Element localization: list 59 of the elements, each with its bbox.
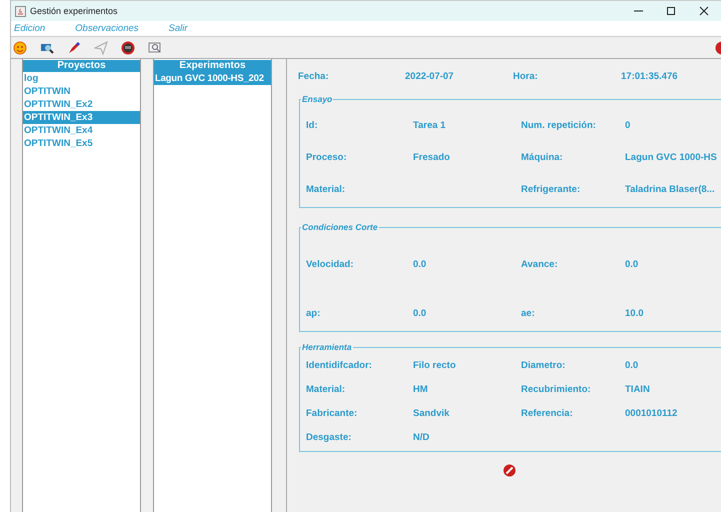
menu-item[interactable]: Edicion: [11, 23, 46, 34]
field-value: 0.0: [625, 360, 640, 370]
list-item[interactable]: OPTITWIN_Ex4: [23, 124, 140, 137]
field-label: Fabricante:: [306, 408, 358, 418]
field-label: Refrigerante:: [521, 184, 582, 194]
group-title: Ensayo: [301, 94, 334, 104]
field-value: Sandvik: [413, 408, 450, 418]
field-value: Lagun GVC 1000-HS: [625, 152, 718, 162]
field-label: Num. repetición:: [521, 120, 597, 130]
field-value: 2022-07-07: [405, 71, 455, 82]
field-value: 10.0: [625, 308, 644, 319]
smiley-icon[interactable]: [13, 40, 27, 54]
column-header: Experimentos: [154, 60, 271, 72]
field-label: Id:: [306, 120, 319, 130]
field-label: Máquina:: [521, 152, 564, 162]
field-label: Diametro:: [521, 360, 566, 370]
field-value: 0.0: [413, 259, 428, 270]
field-label: ae:: [521, 308, 536, 319]
field-label: Material:: [306, 384, 346, 394]
field-value: HM: [413, 384, 429, 394]
field-label: Desgaste:: [306, 432, 352, 442]
menu-item[interactable]: Observaciones: [72, 23, 139, 34]
field-value: Tarea 1: [413, 120, 447, 130]
group-title: Herramienta: [301, 342, 353, 352]
field-value: Filo recto: [413, 360, 457, 370]
field-value: 0.0: [413, 308, 428, 319]
preview-icon[interactable]: [148, 40, 162, 54]
field-value: 0001010112: [625, 408, 678, 418]
menu-item[interactable]: Salir: [166, 23, 188, 34]
field-value: 17:01:35.476: [621, 71, 679, 82]
app-icon: [15, 6, 26, 16]
list-item[interactable]: Lagun GVC 1000-HS_202: [154, 72, 271, 85]
field-value: TIAIN: [625, 384, 651, 394]
field-value: Fresado: [413, 152, 451, 162]
list-item[interactable]: log: [23, 72, 140, 85]
group-title: Condiciones Corte: [301, 222, 379, 232]
field-label: Fecha:: [298, 71, 330, 82]
cancel-icon[interactable]: [503, 464, 516, 477]
field-label: Velocidad:: [306, 259, 355, 270]
field-label: Avance:: [521, 259, 559, 270]
column-header: Proyectos: [23, 60, 140, 72]
list-item[interactable]: OPTITWIN_Ex2: [23, 98, 140, 111]
field-label: Identidifcador:: [306, 360, 373, 370]
marker-icon[interactable]: [67, 40, 81, 54]
field-value: 0: [625, 120, 632, 130]
window-title: Gestión experimentos: [30, 6, 119, 16]
field-label: Hora:: [513, 71, 539, 82]
field-label: Proceso:: [306, 152, 348, 162]
list-item[interactable]: OPTITWIN_Ex5: [23, 137, 140, 150]
field-value: 0.0: [625, 259, 640, 270]
field-label: Referencia:: [521, 408, 574, 418]
record-icon[interactable]: [121, 40, 135, 54]
field-label: ap:: [306, 308, 322, 319]
field-label: Recubrimiento:: [521, 384, 592, 394]
field-label: Material:: [306, 184, 346, 194]
list-item[interactable]: OPTITWIN: [23, 85, 140, 98]
field-value: N/D: [413, 432, 430, 442]
field-value: Taladrina Blaser(8...: [625, 184, 716, 194]
list-item[interactable]: OPTITWIN_Ex3: [23, 111, 140, 124]
